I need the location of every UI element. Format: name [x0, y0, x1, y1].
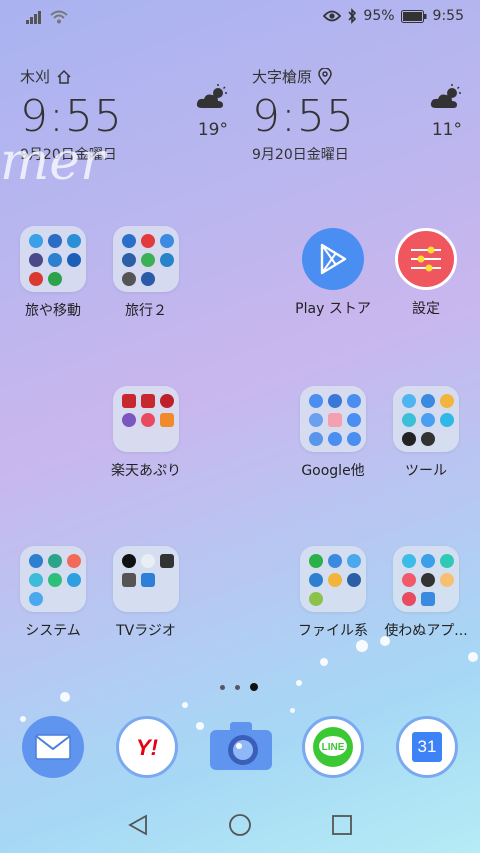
dock-yahoo[interactable]: Y!: [116, 716, 178, 778]
app-label: Google他: [301, 463, 365, 479]
widget-temperature: 19°: [197, 120, 228, 140]
navigation-bar: [0, 799, 480, 853]
signal-icon: [26, 11, 41, 24]
folder-tv-radio[interactable]: TVラジオ: [100, 546, 192, 640]
app-label: 旅や移動: [25, 303, 81, 319]
app-label: 設定: [412, 301, 440, 317]
app-label: ファイル系: [298, 623, 368, 639]
bluetooth-icon: [348, 8, 357, 24]
app-label: システム: [25, 623, 81, 639]
widget-city: 大字槍原: [252, 68, 313, 86]
folder-google[interactable]: Google他: [287, 386, 379, 480]
folder-unused[interactable]: 使わぬアプ...: [380, 546, 472, 640]
app-label: 楽天あぷり: [111, 463, 181, 479]
app-settings[interactable]: 設定: [380, 226, 472, 318]
weather-widget-home[interactable]: 19°: [196, 84, 228, 140]
play-store-icon: [302, 228, 364, 290]
widget-date: 9月20日金曜日: [252, 147, 349, 163]
folder-icon: [393, 386, 459, 452]
app-label: 旅行２: [125, 303, 167, 319]
mail-icon: [35, 734, 71, 760]
battery-percent: 95%: [363, 8, 395, 24]
dock-mail[interactable]: [22, 716, 84, 778]
folder-travel[interactable]: 旅や移動: [7, 226, 99, 320]
app-label: Play ストア: [295, 301, 371, 317]
settings-sliders-icon: [395, 228, 457, 290]
status-bar: 95% 9:55: [0, 0, 480, 34]
dock-line[interactable]: LINE: [302, 716, 364, 778]
folder-icon: [20, 546, 86, 612]
folder-travel2[interactable]: 旅行２: [100, 226, 192, 320]
status-time: 9:55: [432, 8, 464, 24]
folder-system[interactable]: システム: [7, 546, 99, 640]
page-dot[interactable]: [220, 684, 225, 690]
app-play-store[interactable]: Play ストア: [287, 226, 379, 318]
app-label: TVラジオ: [116, 623, 176, 639]
folder-icon: [20, 226, 86, 292]
home-icon: [57, 69, 71, 84]
wallpaper-script-lettering: mer: [0, 132, 105, 192]
page-dot-active[interactable]: [250, 683, 258, 691]
svg-text:Y!: Y!: [136, 735, 158, 760]
partly-cloudy-icon: [430, 84, 461, 108]
app-label: 使わぬアプ...: [384, 623, 468, 639]
weather-widget-location[interactable]: 11°: [430, 84, 462, 140]
folder-icon: [393, 546, 459, 612]
yahoo-icon: Y!: [136, 735, 158, 760]
dock-camera[interactable]: [208, 716, 274, 778]
folder-icon: [113, 546, 179, 612]
widget-temperature: 11°: [431, 120, 462, 140]
calendar-day: 31: [417, 737, 437, 756]
app-label: ツール: [405, 463, 447, 479]
clock-widget-location[interactable]: 大字槍原 9:55 9月20日金曜日: [252, 66, 355, 164]
wifi-icon: [50, 10, 68, 24]
folder-icon: [113, 226, 179, 292]
line-icon: LINE: [313, 727, 353, 767]
page-dot[interactable]: [235, 684, 240, 690]
widget-city: 木刈: [20, 68, 51, 86]
folder-icon: [300, 386, 366, 452]
camera-icon: [210, 722, 272, 770]
home-button-icon[interactable]: [228, 813, 252, 837]
back-icon[interactable]: [126, 813, 150, 837]
page-indicator[interactable]: [220, 683, 258, 691]
folder-rakuten[interactable]: 楽天あぷり: [100, 386, 192, 480]
dock-calendar[interactable]: 31: [396, 716, 458, 778]
folder-icon: [300, 546, 366, 612]
partly-cloudy-icon: [196, 84, 227, 108]
folder-file[interactable]: ファイル系: [287, 546, 379, 640]
eye-icon: [323, 10, 342, 22]
widget-time: 9:55: [252, 91, 355, 142]
battery-icon: [400, 9, 427, 23]
folder-icon: [113, 386, 179, 452]
location-pin-icon: [318, 68, 332, 85]
svg-text:LINE: LINE: [322, 742, 345, 753]
folder-tools[interactable]: ツール: [380, 386, 472, 480]
recents-icon[interactable]: [330, 813, 354, 837]
